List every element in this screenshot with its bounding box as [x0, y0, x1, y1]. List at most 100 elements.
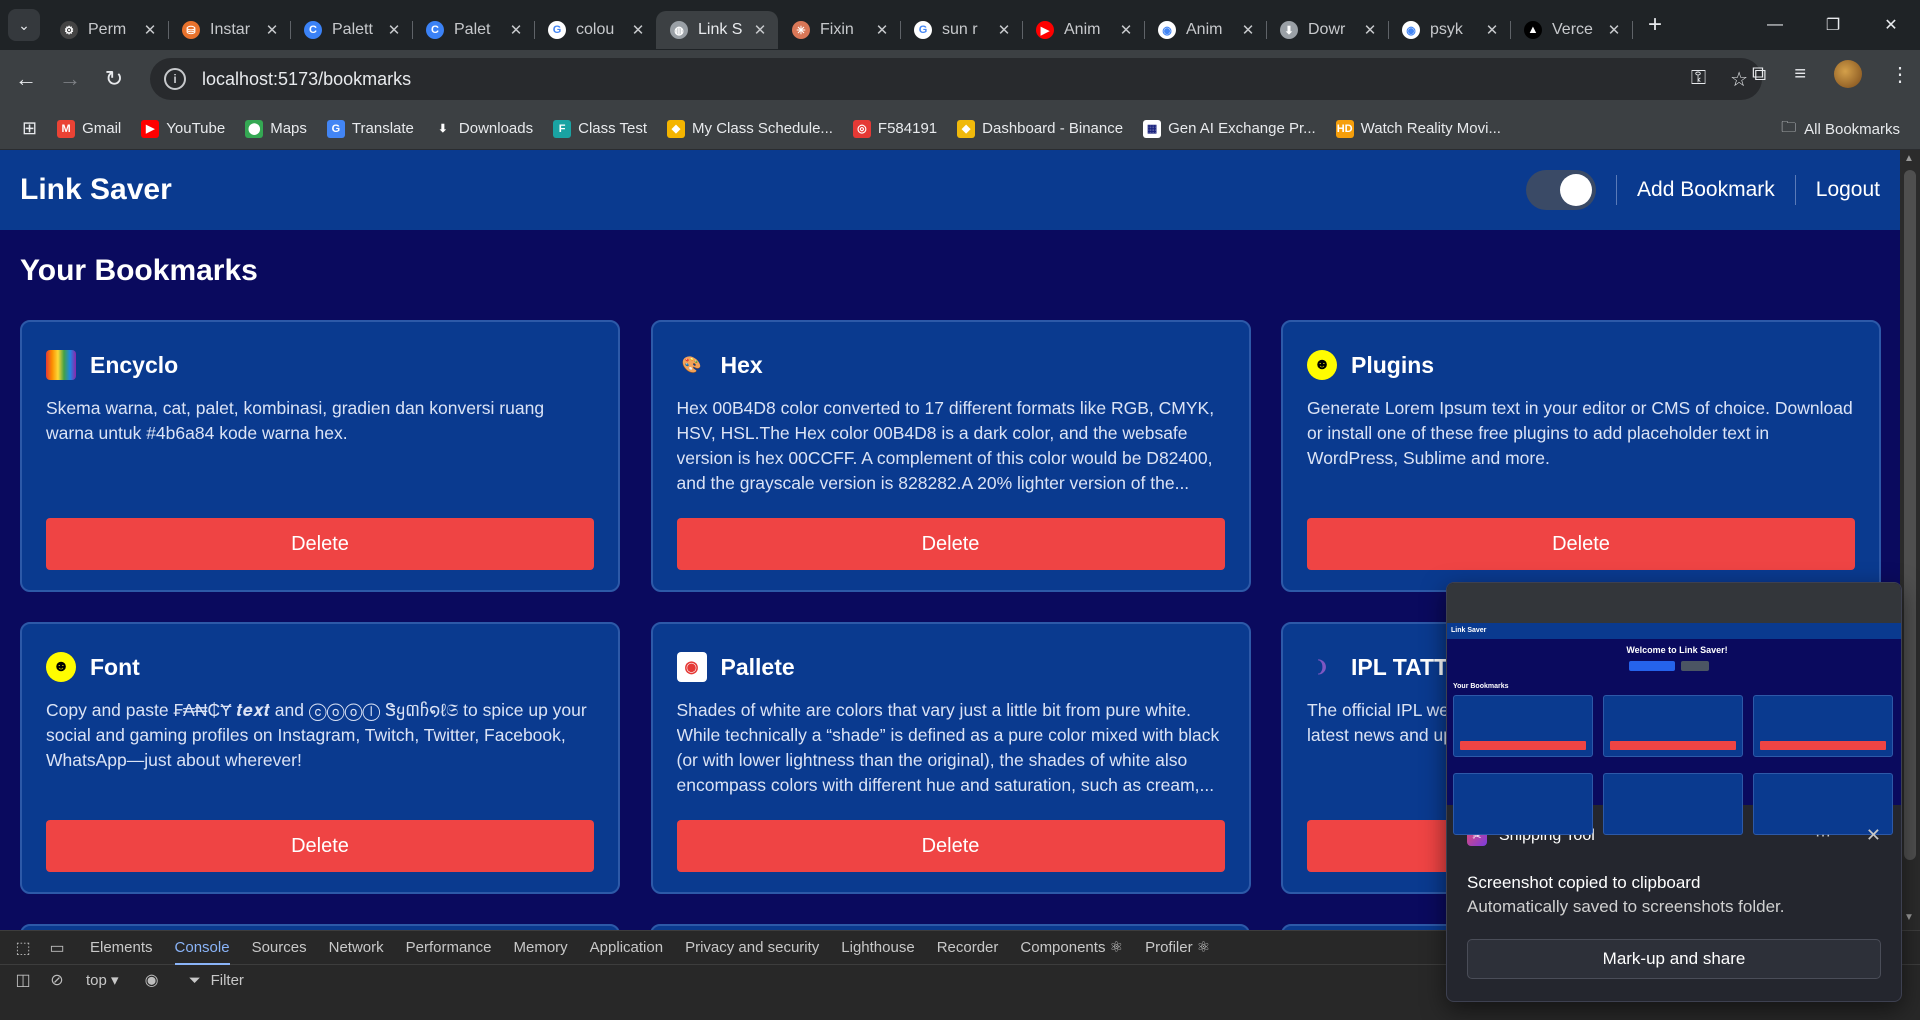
bookmark-item[interactable]: ⬤ Maps	[245, 119, 307, 138]
bookmark-card[interactable]: 🎨 Hex Hex 00B4D8 color converted to 17 dif…	[650, 320, 1251, 592]
browser-tab[interactable]: ⚙ Perm ✕	[46, 11, 169, 49]
close-tab-icon[interactable]: ✕	[142, 21, 158, 39]
reload-button[interactable]: ↻	[96, 61, 132, 97]
bookmark-item[interactable]: ▶ YouTube	[141, 119, 225, 138]
devtools-tab[interactable]: Console	[174, 931, 230, 965]
devtools-tab[interactable]: Components ⚛	[1020, 931, 1123, 965]
scroll-up-icon[interactable]: ▲	[1904, 153, 1914, 164]
bookmark-item[interactable]: ▦ Gen AI Exchange Pr...	[1143, 119, 1316, 138]
bookmark-card[interactable]: ☻ Plugins Generate Lorem Ipsum text in you…	[1281, 320, 1881, 592]
media-controls-icon[interactable]: ≡	[1794, 63, 1806, 86]
bookmark-item[interactable]: ◆ My Class Schedule...	[667, 119, 833, 138]
minimize-button[interactable]: —	[1746, 0, 1804, 50]
filter-input[interactable]: ⏷ Filter	[189, 972, 244, 989]
browser-tab[interactable]: ◉ psyk ✕	[1388, 11, 1511, 49]
bookmark-card[interactable]: ◉ Pallete Shades of white are colors that …	[650, 622, 1251, 894]
browser-tab[interactable]: ✳ Fixin ✕	[778, 11, 901, 49]
browser-tab[interactable]: C Palet ✕	[412, 11, 535, 49]
close-icon[interactable]: ✕	[1866, 825, 1881, 846]
close-tab-icon[interactable]: ✕	[386, 21, 402, 39]
close-tab-icon[interactable]: ✕	[1606, 21, 1622, 39]
delete-button[interactable]: Delete	[1307, 518, 1855, 570]
more-options-icon[interactable]: ···	[1815, 827, 1831, 845]
inspect-icon[interactable]: ⬚	[8, 938, 38, 958]
bookmark-item[interactable]: ⬇ Downloads	[433, 119, 533, 138]
bookmark-item[interactable]: M Gmail	[57, 119, 121, 138]
card-title[interactable]: Plugins	[1351, 352, 1434, 379]
restore-button[interactable]: ❐	[1804, 0, 1862, 50]
delete-button[interactable]: Delete	[676, 518, 1225, 570]
bookmark-item[interactable]: G Translate	[326, 119, 414, 138]
bookmark-card[interactable]: ☻ Font Copy and paste ₣₳₦₵Ɏ 𝒕𝒆𝒙𝒕 and ⓒⓞⓞⓛ …	[20, 622, 620, 894]
logout-link[interactable]: Logout	[1816, 178, 1880, 202]
scroll-down-icon[interactable]: ▼	[1904, 912, 1914, 923]
star-icon[interactable]: ☆	[1730, 67, 1748, 92]
key-icon[interactable]: ⚿	[1691, 67, 1706, 92]
extensions-icon[interactable]: ⧉	[1752, 63, 1766, 86]
bookmark-item[interactable]: ◆ Dashboard - Binance	[957, 119, 1123, 138]
back-button[interactable]: ←	[8, 61, 44, 97]
card-title[interactable]: Hex	[721, 352, 763, 379]
browser-tab[interactable]: ▲ Verce ✕	[1510, 11, 1633, 49]
more-menu-icon[interactable]: ⋮	[1890, 62, 1910, 87]
card-title[interactable]: Pallete	[721, 654, 795, 681]
close-tab-icon[interactable]: ✕	[1240, 21, 1256, 39]
context-selector[interactable]: top ▾	[86, 971, 119, 989]
close-window-button[interactable]: ✕	[1862, 0, 1920, 50]
bookmark-item[interactable]: F Class Test	[553, 119, 647, 138]
sidebar-icon[interactable]: ◫	[8, 970, 38, 990]
browser-tab[interactable]: ⬇ Dowr ✕	[1266, 11, 1389, 49]
browser-tab[interactable]: ▶ Anim ✕	[1022, 11, 1145, 49]
browser-tab[interactable]: Gcolou ✕	[534, 11, 657, 49]
close-tab-icon[interactable]: ✕	[874, 21, 890, 39]
page-scrollbar[interactable]: ▲ ▼	[1900, 150, 1920, 930]
devtools-tab[interactable]: Elements	[90, 931, 153, 965]
url-text[interactable]: localhost:5173/bookmarks	[202, 69, 411, 90]
devtools-tab[interactable]: Privacy and security	[685, 931, 819, 965]
browser-tab[interactable]: Gsun r ✕	[900, 11, 1023, 49]
delete-button[interactable]: Delete	[46, 820, 594, 872]
add-bookmark-link[interactable]: Add Bookmark	[1637, 178, 1775, 202]
bookmark-item[interactable]: ◎ F584191	[852, 119, 937, 138]
close-tab-icon[interactable]: ✕	[996, 21, 1012, 39]
new-tab-button[interactable]: +	[1640, 10, 1670, 40]
avatar[interactable]	[1834, 60, 1862, 88]
close-tab-icon[interactable]: ✕	[752, 21, 768, 39]
apps-icon[interactable]: ⊞	[22, 118, 37, 139]
all-bookmarks-button[interactable]: 🗀 All Bookmarks	[1781, 108, 1900, 150]
close-tab-icon[interactable]: ✕	[1362, 21, 1378, 39]
card-title[interactable]: Encyclo	[90, 352, 178, 379]
eye-icon[interactable]: ◉	[137, 970, 167, 990]
card-title[interactable]: Font	[90, 654, 140, 681]
tab-search-button[interactable]: ⌄	[8, 9, 40, 41]
close-tab-icon[interactable]: ✕	[1118, 21, 1134, 39]
close-tab-icon[interactable]: ✕	[1484, 21, 1500, 39]
delete-button[interactable]: Delete	[46, 518, 594, 570]
devtools-tab[interactable]: Lighthouse	[841, 931, 914, 965]
close-tab-icon[interactable]: ✕	[264, 21, 280, 39]
devtools-tab[interactable]: Sources	[252, 931, 307, 965]
browser-tab[interactable]: ◉ Anim ✕	[1144, 11, 1267, 49]
devtools-tab[interactable]: Application	[590, 931, 663, 965]
devtools-tab[interactable]: Profiler ⚛	[1145, 931, 1210, 965]
devtools-tab[interactable]: Memory	[514, 931, 568, 965]
snipping-tool-notification[interactable]: Link Saver Welcome to Link Saver! Your B…	[1446, 582, 1902, 1002]
browser-tab[interactable]: ◍ Link S ✕	[656, 11, 778, 49]
browser-tab[interactable]: ⛁ Instar ✕	[168, 11, 291, 49]
devtools-tab[interactable]: Network	[329, 931, 384, 965]
browser-tab[interactable]: C Palett ✕	[290, 11, 413, 49]
close-tab-icon[interactable]: ✕	[630, 21, 646, 39]
bookmark-item[interactable]: HD Watch Reality Movi...	[1335, 119, 1501, 138]
site-info-icon[interactable]: i	[164, 68, 186, 90]
screenshot-preview[interactable]: Link Saver Welcome to Link Saver! Your B…	[1447, 583, 1901, 835]
markup-share-button[interactable]: Mark-up and share	[1467, 939, 1881, 979]
brand-title[interactable]: Link Saver	[20, 173, 172, 207]
devtools-tab[interactable]: Recorder	[937, 931, 999, 965]
delete-button[interactable]: Delete	[676, 820, 1225, 872]
devtools-tab[interactable]: Performance	[406, 931, 492, 965]
address-bar[interactable]: i localhost:5173/bookmarks ⚿ ☆	[150, 58, 1762, 100]
scroll-thumb[interactable]	[1904, 170, 1916, 860]
clear-console-icon[interactable]: ⊘	[42, 970, 72, 990]
theme-toggle[interactable]	[1526, 170, 1597, 210]
forward-button[interactable]: →	[52, 61, 88, 97]
